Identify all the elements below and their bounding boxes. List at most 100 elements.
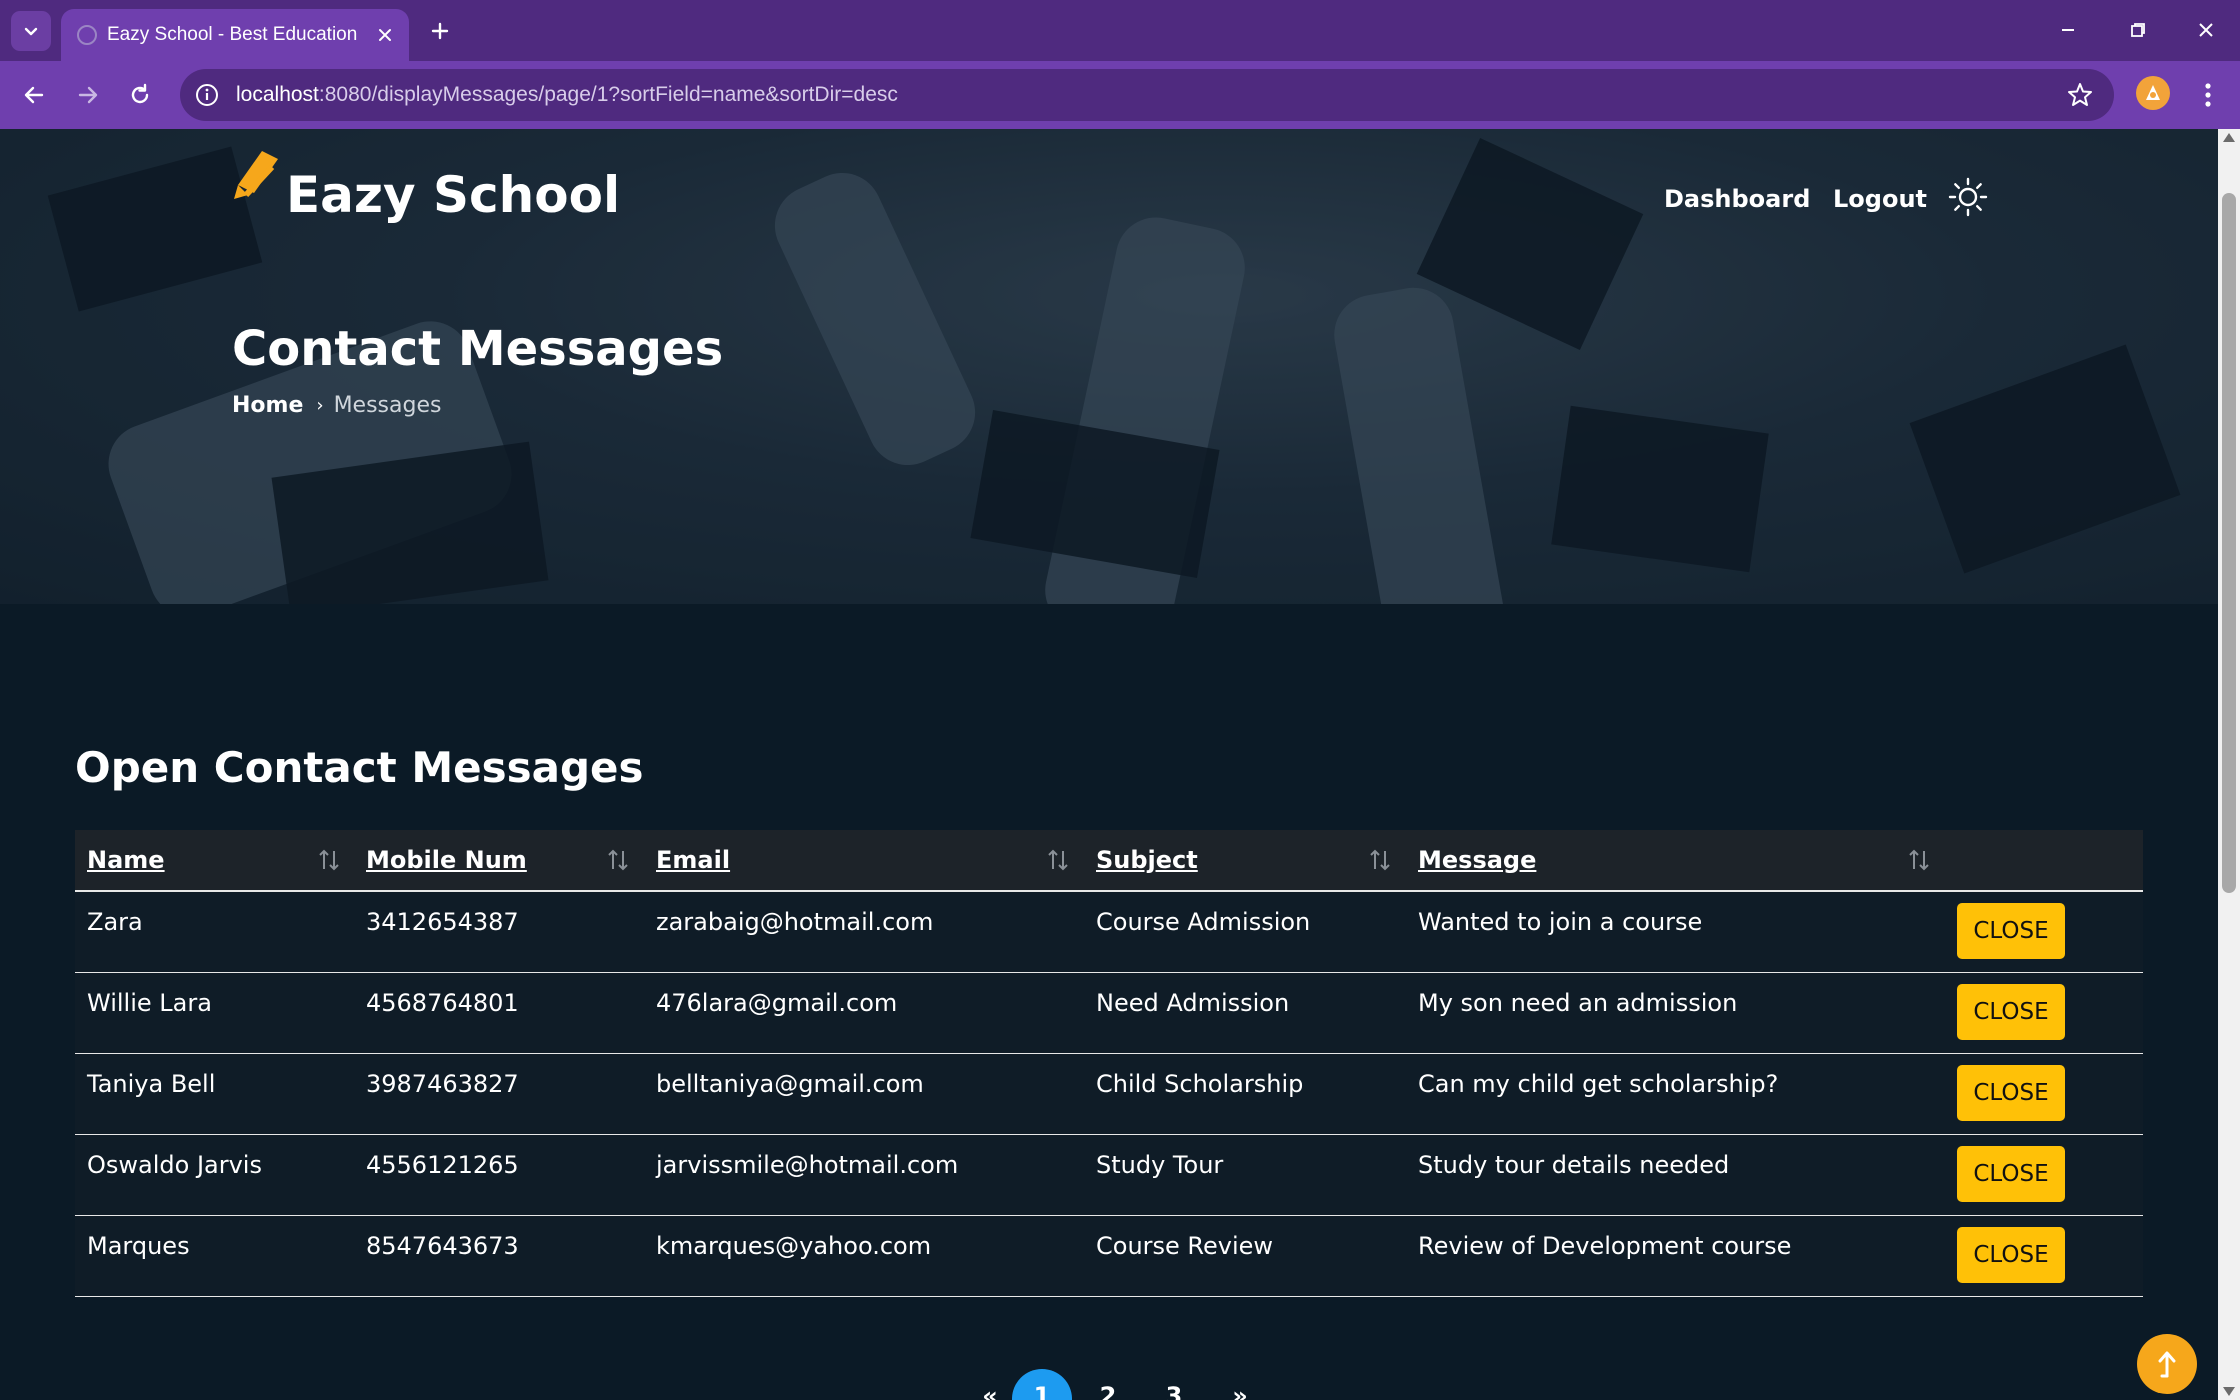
plus-icon	[431, 22, 449, 40]
brand-name: Eazy School	[286, 166, 621, 224]
pagination-first[interactable]: «	[960, 1369, 1020, 1400]
minimize-icon	[2062, 29, 2074, 31]
url-text[interactable]: localhost:8080/displayMessages/page/1?so…	[236, 81, 898, 109]
table-row: Marques 8547643673 kmarques@yahoo.com Co…	[75, 1216, 2143, 1297]
cell-email: kmarques@yahoo.com	[656, 1232, 932, 1260]
page-scrollbar[interactable]	[2218, 129, 2240, 1400]
column-header-mobile[interactable]: Mobile Num	[366, 830, 527, 890]
column-header-name[interactable]: Name	[87, 830, 165, 890]
close-message-button[interactable]: CLOSE	[1957, 1227, 2065, 1283]
url-path: :8080/displayMessages/page/1?sortField=n…	[318, 83, 898, 106]
scrollbar-thumb[interactable]	[2222, 193, 2236, 893]
table-row: Zara 3412654387 zarabaig@hotmail.com Cou…	[75, 892, 2143, 973]
close-message-button[interactable]: CLOSE	[1957, 1146, 2065, 1202]
cell-subject: Study Tour	[1096, 1151, 1224, 1179]
cell-subject: Course Review	[1096, 1232, 1274, 1260]
cell-name: Willie Lara	[87, 989, 212, 1017]
cell-mobile: 4556121265	[366, 1151, 519, 1179]
close-icon	[379, 29, 391, 41]
back-icon	[24, 86, 44, 104]
globe-icon	[77, 25, 97, 45]
site-logo[interactable]: Eazy School	[232, 147, 620, 227]
page-title: Contact Messages	[232, 321, 724, 377]
window-close-button[interactable]	[2184, 10, 2228, 50]
close-icon	[2199, 23, 2213, 37]
cell-subject: Course Admission	[1096, 908, 1311, 936]
cell-mobile: 3412654387	[366, 908, 519, 936]
close-message-button[interactable]: CLOSE	[1957, 903, 2065, 959]
cell-email: jarvissmile@hotmail.com	[656, 1151, 959, 1179]
cell-message: Can my child get scholarship?	[1418, 1070, 1779, 1098]
new-tab-button[interactable]	[420, 11, 460, 51]
pagination-page-1[interactable]: 1	[1012, 1369, 1072, 1400]
forward-button[interactable]	[68, 75, 108, 115]
nav-logout[interactable]: Logout	[1833, 179, 1927, 219]
reload-icon	[131, 83, 149, 104]
browser-tab-strip: Eazy School - Best Educational Institute	[0, 0, 2240, 61]
cell-name: Oswaldo Jarvis	[87, 1151, 262, 1179]
cell-mobile: 3987463827	[366, 1070, 519, 1098]
sun-icon[interactable]	[1948, 177, 1988, 217]
info-icon[interactable]	[194, 82, 220, 108]
table-row: Oswaldo Jarvis 4556121265 jarvissmile@ho…	[75, 1135, 2143, 1216]
tab-close-button[interactable]	[371, 21, 399, 49]
column-header-subject[interactable]: Subject	[1096, 830, 1198, 890]
scroll-down-icon[interactable]	[2223, 1387, 2235, 1396]
column-header-message[interactable]: Message	[1418, 830, 1536, 890]
cell-email: 476lara@gmail.com	[656, 989, 898, 1017]
chevron-down-icon	[24, 27, 38, 36]
breadcrumb: Home › Messages	[232, 391, 441, 421]
sort-icon[interactable]	[1905, 846, 1933, 874]
profile-avatar[interactable]	[2136, 76, 2170, 110]
profile-icon	[2146, 85, 2160, 100]
page-viewport: Eazy School Dashboard Logout Contact Mes…	[0, 129, 2218, 1400]
cell-message: My son need an admission	[1418, 989, 1738, 1017]
cell-message: Review of Development course	[1418, 1232, 1792, 1260]
nav-dashboard[interactable]: Dashboard	[1664, 179, 1810, 219]
star-icon[interactable]	[2066, 81, 2094, 109]
back-to-top-button[interactable]	[2137, 1334, 2197, 1394]
table-row: Willie Lara 4568764801 476lara@gmail.com…	[75, 973, 2143, 1054]
kebab-icon	[2205, 83, 2211, 107]
breadcrumb-separator: ›	[316, 395, 324, 416]
pagination-page-3[interactable]: 3	[1144, 1369, 1204, 1400]
section-title: Open Contact Messages	[75, 743, 644, 792]
cell-subject: Need Admission	[1096, 989, 1290, 1017]
browser-toolbar: localhost:8080/displayMessages/page/1?so…	[0, 61, 2240, 129]
sort-icon[interactable]	[1044, 846, 1072, 874]
address-bar[interactable]: localhost:8080/displayMessages/page/1?so…	[180, 69, 2114, 121]
cell-subject: Child Scholarship	[1096, 1070, 1304, 1098]
reload-button[interactable]	[120, 75, 160, 115]
tab-search-button[interactable]	[11, 11, 51, 51]
close-message-button[interactable]: CLOSE	[1957, 984, 2065, 1040]
url-host: localhost	[236, 83, 319, 106]
forward-icon	[78, 86, 98, 104]
cell-name: Marques	[87, 1232, 190, 1260]
table-row: Taniya Bell 3987463827 belltaniya@gmail.…	[75, 1054, 2143, 1135]
tab-title: Eazy School - Best Educational Institute	[107, 24, 357, 45]
sort-icon[interactable]	[604, 846, 632, 874]
cell-email: belltaniya@gmail.com	[656, 1070, 924, 1098]
cell-mobile: 4568764801	[366, 989, 519, 1017]
pagination-last[interactable]: »	[1210, 1369, 1270, 1400]
minimize-button[interactable]	[2046, 10, 2090, 50]
scroll-up-icon[interactable]	[2223, 133, 2235, 142]
arrow-up-icon	[2158, 1351, 2176, 1378]
cell-name: Taniya Bell	[87, 1070, 216, 1098]
browser-tab[interactable]: Eazy School - Best Educational Institute	[61, 9, 409, 61]
cell-message: Wanted to join a course	[1418, 908, 1703, 936]
cell-mobile: 8547643673	[366, 1232, 519, 1260]
cell-message: Study tour details needed	[1418, 1151, 1730, 1179]
sort-icon[interactable]	[315, 846, 343, 874]
close-message-button[interactable]: CLOSE	[1957, 1065, 2065, 1121]
breadcrumb-current: Messages	[333, 393, 442, 418]
breadcrumb-home[interactable]: Home	[232, 391, 303, 421]
restore-button[interactable]	[2116, 10, 2160, 50]
sort-icon[interactable]	[1366, 846, 1394, 874]
cell-email: zarabaig@hotmail.com	[656, 908, 934, 936]
browser-menu-button[interactable]	[2190, 75, 2226, 115]
cell-name: Zara	[87, 908, 143, 936]
back-button[interactable]	[14, 75, 54, 115]
column-header-email[interactable]: Email	[656, 830, 730, 890]
pagination-page-2[interactable]: 2	[1078, 1369, 1138, 1400]
